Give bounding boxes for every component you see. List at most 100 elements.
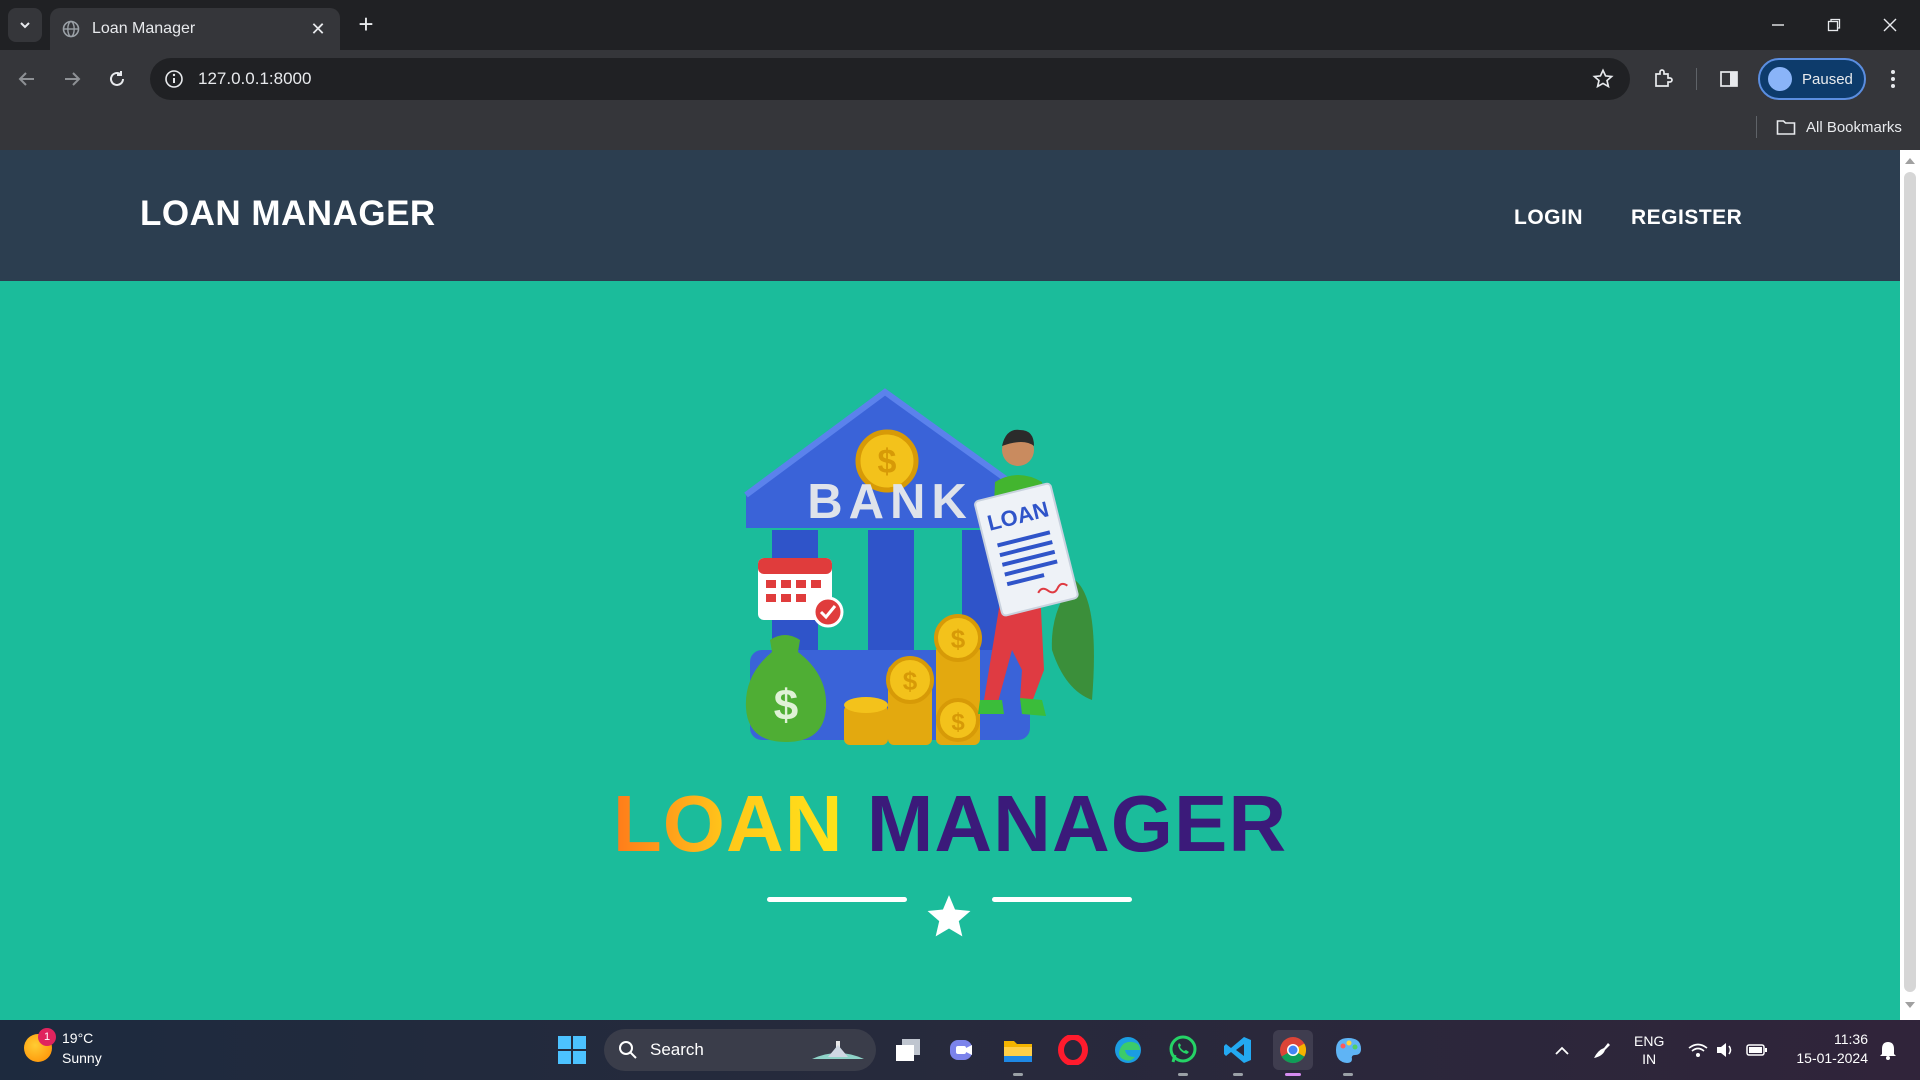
taskbar-app-chrome[interactable] [1273,1030,1313,1076]
address-bar[interactable]: 127.0.0.1:8000 [150,58,1630,100]
nav-login-link[interactable]: LOGIN [1514,206,1583,230]
nav-register-link[interactable]: REGISTER [1631,206,1742,230]
hero-title-word-manager: MANAGER [866,779,1288,868]
show-hidden-icons-button[interactable] [1550,1020,1574,1080]
clock-date: 15-01-2024 [1796,1050,1868,1066]
bank-pillar [868,530,914,665]
close-window-button[interactable] [1862,0,1918,50]
site-navbar: LOAN MANAGER LOGIN REGISTER [0,150,1900,281]
taskbar-app-chat[interactable] [943,1030,983,1070]
globe-icon [62,20,80,38]
minimize-icon [1772,24,1784,26]
task-view-button[interactable] [888,1030,928,1070]
close-icon [1883,18,1897,32]
page-viewport: LOAN MANAGER LOGIN REGISTER $ BANK $ $ $… [0,150,1900,1020]
profile-status: Paused [1802,70,1853,88]
opera-icon [1058,1035,1088,1065]
bank-sign: BANK [807,475,973,529]
side-panel-icon [1720,71,1738,87]
wifi-icon [1688,1043,1708,1057]
weather-temp: 19°C [62,1030,94,1046]
language-indicator[interactable]: ENG IN [1634,1032,1664,1068]
taskbar-app-whatsapp[interactable] [1163,1030,1203,1076]
url-text[interactable]: 127.0.0.1:8000 [198,69,311,89]
hero-title: LOAN MANAGER [0,778,1900,870]
more-vert-icon [1891,70,1895,88]
windows-icon [558,1036,586,1064]
all-bookmarks-button[interactable]: All Bookmarks [1776,114,1902,140]
side-panel-button[interactable] [1712,62,1746,96]
arrow-left-icon [18,72,34,86]
tab-close-icon[interactable]: ✕ [308,19,328,40]
restore-button[interactable] [1806,0,1862,50]
pen-menu-button[interactable] [1588,1020,1616,1080]
hero-title-word-loan: LOAN [612,779,844,868]
taskbar-search-label: Search [650,1040,704,1059]
chevron-up-icon [1555,1046,1569,1055]
new-tab-button[interactable]: + [352,10,380,38]
clock-time: 11:36 [1834,1031,1868,1047]
battery-icon [1746,1044,1767,1056]
tab-title: Loan Manager [92,20,196,37]
browser-tab[interactable]: Loan Manager ✕ [50,8,340,50]
divider-line-right [992,897,1132,902]
bank-loan-illustration: $ BANK $ $ $ $ LOAN [744,388,1094,745]
windows-taskbar: 1 19°C Sunny Search ENG IN 11:36 15-01-2… [0,1020,1920,1080]
whatsapp-icon [1169,1035,1197,1063]
chevron-down-icon [20,22,30,29]
bookmark-star-icon[interactable] [1592,68,1614,90]
notification-center-button[interactable] [1874,1020,1902,1080]
start-button[interactable] [552,1030,592,1070]
minimize-button[interactable] [1750,0,1806,50]
restore-icon [1827,18,1841,32]
taskbar-app-paint[interactable] [1328,1030,1368,1076]
folder-icon [1004,1041,1032,1062]
divider-line-left [767,897,907,902]
site-brand[interactable]: LOAN MANAGER [140,194,436,234]
all-bookmarks-label: All Bookmarks [1806,118,1902,136]
browser-tab-strip: Loan Manager ✕ + [0,0,1920,50]
search-highlight-icon [812,1041,864,1059]
chrome-icon [1280,1037,1307,1064]
taskbar-app-vscode[interactable] [1218,1030,1258,1076]
info-icon [165,70,183,88]
browser-toolbar: 127.0.0.1:8000 Paused [0,50,1920,108]
page-scrollbar[interactable] [1900,150,1920,1020]
palette-icon [1336,1038,1361,1063]
chat-icon [950,1040,972,1060]
folder-icon [1776,120,1796,135]
taskbar-clock[interactable]: 11:36 15-01-2024 [1784,1030,1868,1068]
vscode-icon [1224,1037,1251,1063]
pen-icon [1594,1043,1610,1058]
reload-icon [110,71,124,86]
search-icon [619,1041,637,1059]
scroll-up-icon[interactable] [1905,156,1915,164]
wifi-status[interactable] [1684,1020,1712,1080]
taskbar-app-file-explorer[interactable] [998,1030,1038,1076]
star-icon [927,895,971,937]
arrow-right-icon [65,72,81,86]
svg-text:$: $ [903,666,918,696]
edge-icon [1115,1037,1141,1063]
battery-status[interactable] [1742,1020,1772,1080]
forward-button[interactable] [55,62,89,96]
taskbar-app-edge[interactable] [1108,1030,1148,1070]
taskbar-search[interactable]: Search [604,1029,876,1071]
profile-button[interactable]: Paused [1758,58,1866,100]
svg-text:$: $ [951,709,965,736]
taskbar-app-opera[interactable] [1053,1030,1093,1070]
volume-status[interactable] [1712,1020,1740,1080]
browser-menu-button[interactable] [1876,62,1910,96]
tab-search-button[interactable] [8,8,42,42]
scroll-thumb[interactable] [1904,172,1916,992]
toolbar-separator [1696,68,1697,90]
extensions-button[interactable] [1646,62,1680,96]
back-button[interactable] [10,62,44,96]
weather-widget[interactable]: 1 19°C Sunny [24,1028,102,1068]
task-view-icon [896,1039,920,1061]
svg-text:$: $ [774,681,798,730]
reload-button[interactable] [100,62,134,96]
scroll-down-icon[interactable] [1905,1002,1915,1010]
bell-icon [1880,1042,1896,1060]
sun-icon: 1 [24,1028,56,1062]
